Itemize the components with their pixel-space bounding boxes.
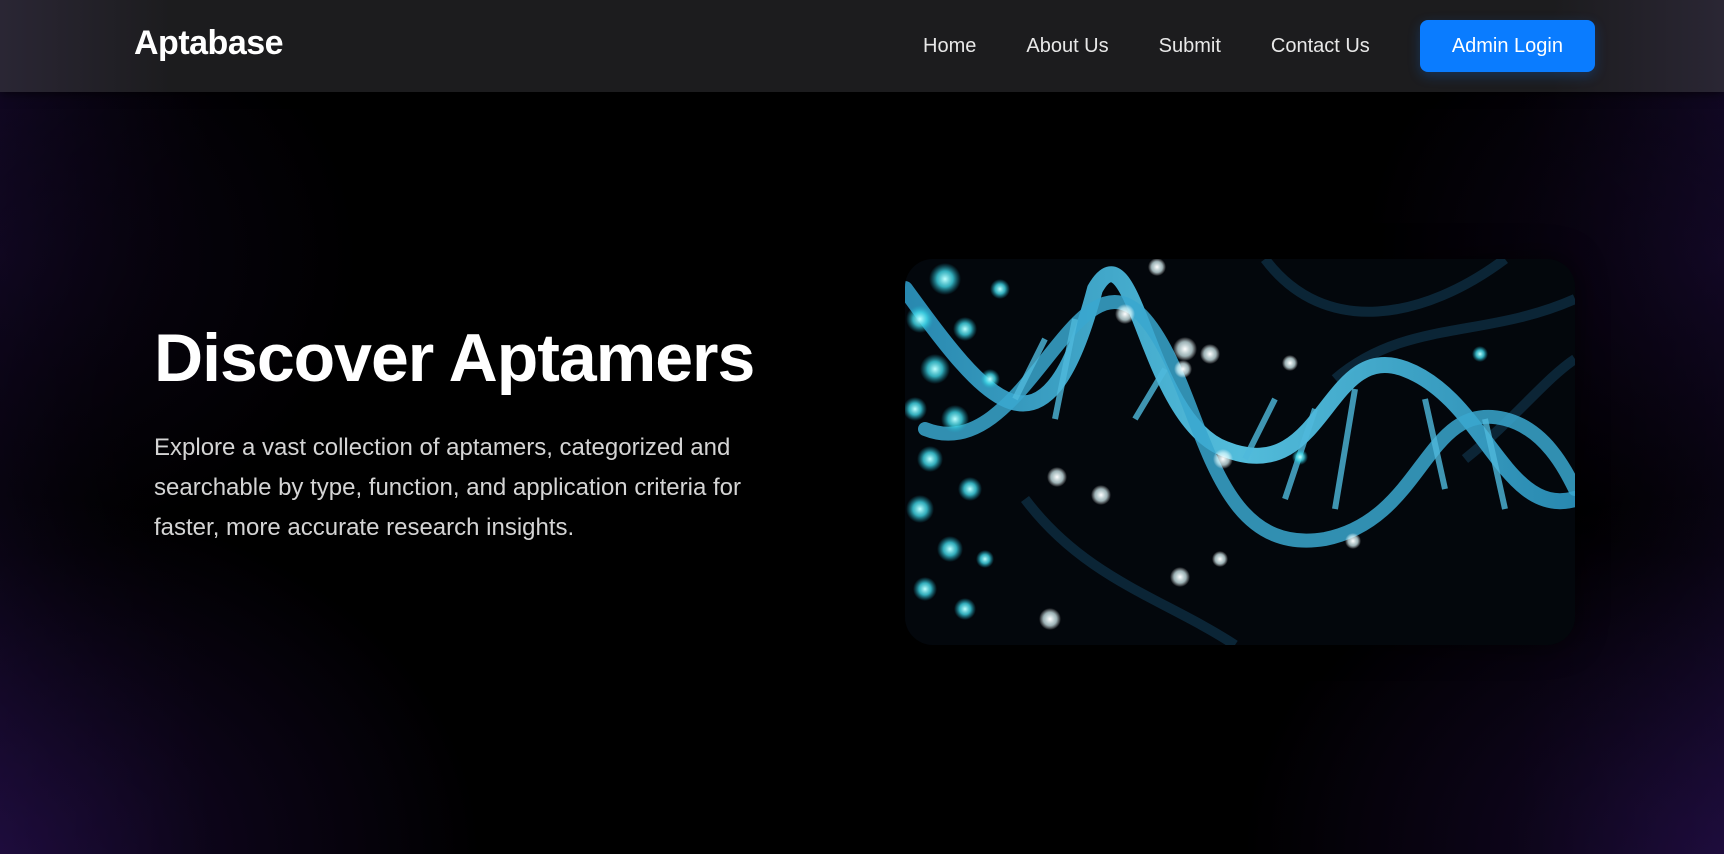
page: Aptabase Home About Us Submit Contact Us… (0, 0, 1724, 854)
admin-login-button[interactable]: Admin Login (1419, 20, 1595, 72)
navbar: Aptabase Home About Us Submit Contact Us… (0, 0, 1724, 92)
nav-submit-link[interactable]: Submit (1159, 35, 1221, 58)
nav-contact-link[interactable]: Contact Us (1271, 35, 1370, 58)
nav-about-link[interactable]: About Us (1026, 35, 1108, 58)
hero-title: Discover Aptamers (154, 320, 755, 396)
hero-description: Explore a vast collection of aptamers, c… (154, 434, 742, 541)
dna-helix-illustration (905, 259, 1575, 645)
nav-links: Home About Us Submit Contact Us Admin Lo… (923, 0, 1724, 92)
nav-home-link[interactable]: Home (923, 35, 976, 58)
dna-helix-image (905, 259, 1575, 645)
brand-logo[interactable]: Aptabase (134, 24, 284, 63)
